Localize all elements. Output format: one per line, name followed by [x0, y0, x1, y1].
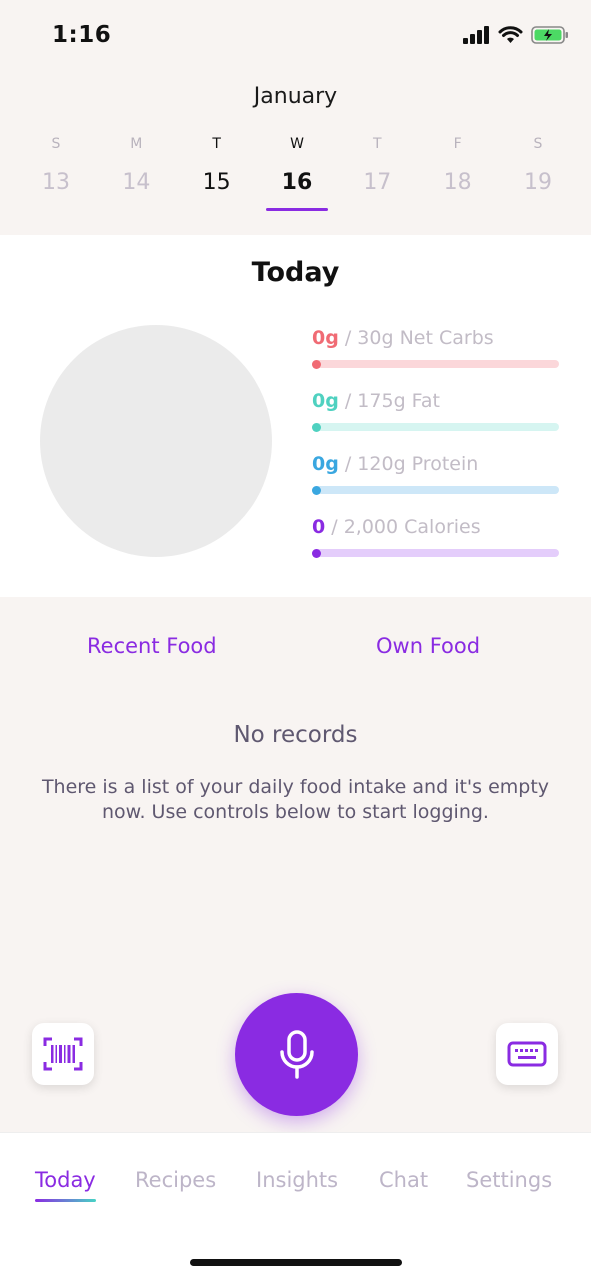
macro-ring-chart: [40, 325, 272, 557]
macro-fat: 0g / 175g Fat: [304, 388, 564, 451]
day-letter: M: [130, 136, 143, 152]
status-icons: [463, 25, 569, 45]
day-letter: F: [453, 136, 462, 152]
microphone-icon: [279, 1029, 314, 1079]
recent-food-tab[interactable]: Recent Food: [87, 634, 217, 658]
today-title: Today: [251, 257, 340, 288]
macro-progress-bar: [312, 423, 559, 431]
macro-current-value: 0g: [312, 453, 339, 475]
macro-progress-dot: [312, 549, 321, 558]
macro-label: 0g / 175g Fat: [312, 390, 440, 412]
macro-progress-bar: [312, 360, 559, 368]
week-strip: S 13 M 14 T 15 W 16 T 17 F 18 S 19: [16, 136, 578, 211]
macro-progress-dot: [312, 360, 321, 369]
day-fri[interactable]: F 18: [418, 136, 498, 195]
macro-target: / 2,000 Calories: [325, 516, 481, 538]
day-sat[interactable]: S 19: [498, 136, 578, 195]
day-number: 14: [122, 170, 151, 195]
tab-settings[interactable]: Settings: [466, 1168, 552, 1192]
selected-day-indicator: [265, 208, 328, 211]
tab-label: Recipes: [135, 1168, 217, 1192]
status-time: 1:16: [52, 22, 112, 48]
macro-progress-dot: [312, 423, 321, 432]
macro-current-value: 0: [312, 516, 326, 538]
tab-chat[interactable]: Chat: [379, 1168, 428, 1192]
barcode-scan-button[interactable]: [32, 1023, 94, 1085]
wifi-icon: [498, 26, 523, 43]
day-letter: W: [290, 136, 304, 152]
tab-label: Settings: [466, 1168, 553, 1192]
day-letter: T: [212, 136, 221, 152]
macro-label: 0g / 30g Net Carbs: [312, 327, 494, 349]
today-summary-panel: Today 0g / 30g Net Carbs 0g / 175g Fat 0…: [0, 235, 591, 597]
macro-current-value: 0g: [312, 390, 339, 412]
tab-today[interactable]: Today: [35, 1168, 96, 1202]
tab-recipes[interactable]: Recipes: [135, 1168, 216, 1192]
active-tab-indicator: [35, 1199, 96, 1202]
home-indicator: [190, 1259, 402, 1266]
keyboard-entry-button[interactable]: [496, 1023, 558, 1085]
day-letter: S: [51, 136, 61, 152]
empty-state-description: There is a list of your daily food intak…: [41, 776, 550, 823]
day-thu[interactable]: T 17: [337, 136, 417, 195]
own-food-tab[interactable]: Own Food: [376, 634, 480, 658]
day-wed-selected[interactable]: W 16: [257, 136, 337, 211]
tab-label: Insights: [256, 1168, 339, 1192]
tab-label: Today: [35, 1168, 96, 1192]
day-tue[interactable]: T 15: [177, 136, 257, 195]
macro-target: / 30g Net Carbs: [338, 327, 494, 349]
macro-current-value: 0g: [312, 327, 339, 349]
macro-target: / 120g Protein: [338, 453, 479, 475]
day-mon[interactable]: M 14: [96, 136, 176, 195]
voice-log-button[interactable]: [235, 993, 358, 1116]
macro-calories: 0 / 2,000 Calories: [304, 514, 564, 577]
day-number: 13: [42, 170, 70, 195]
signal-icon: [463, 26, 489, 44]
tab-insights[interactable]: Insights: [256, 1168, 338, 1192]
day-number: 16: [281, 170, 313, 195]
macro-progress-dot: [312, 486, 321, 495]
macro-progress-bar: [312, 486, 559, 494]
status-bar: 1:16: [0, 0, 591, 72]
macro-list: 0g / 30g Net Carbs 0g / 175g Fat 0g / 12…: [304, 325, 564, 577]
tab-label: Chat: [379, 1168, 429, 1192]
barcode-scan-icon: [43, 1037, 83, 1071]
day-letter: S: [533, 136, 543, 152]
day-number: 15: [202, 170, 231, 195]
macro-progress-bar: [312, 549, 559, 557]
battery-charging-icon: [531, 26, 568, 44]
month-label: January: [253, 84, 338, 109]
day-sun[interactable]: S 13: [16, 136, 96, 195]
macro-label: 0g / 120g Protein: [312, 453, 478, 475]
day-letter: T: [373, 136, 382, 152]
day-number: 18: [443, 170, 472, 195]
empty-state-title: No records: [233, 722, 358, 748]
day-number: 19: [523, 170, 552, 195]
macro-protein: 0g / 120g Protein: [304, 451, 564, 514]
keyboard-icon: [507, 1041, 547, 1067]
macro-net-carbs: 0g / 30g Net Carbs: [304, 325, 564, 388]
day-number: 17: [363, 170, 392, 195]
macro-target: / 175g Fat: [338, 390, 440, 412]
macro-label: 0 / 2,000 Calories: [312, 516, 481, 538]
